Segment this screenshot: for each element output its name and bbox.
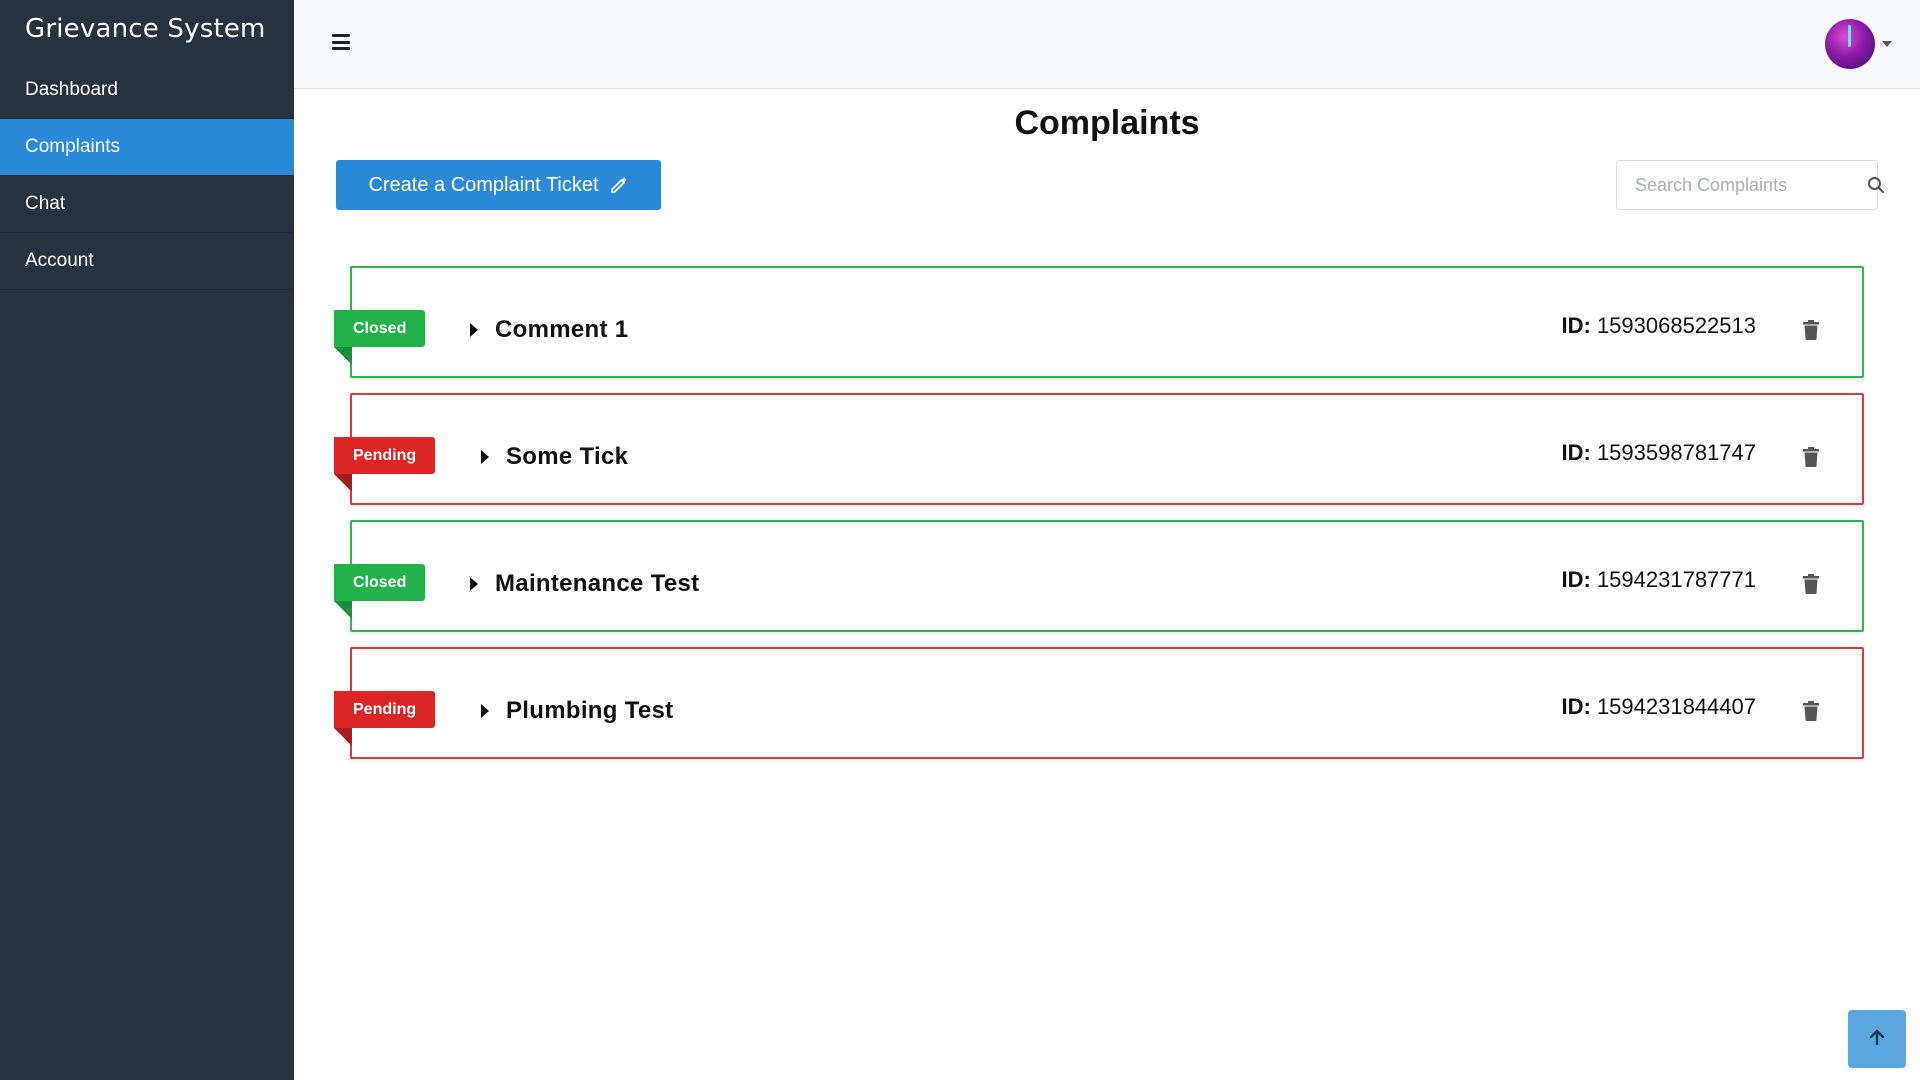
sidebar-item-chat[interactable]: Chat	[0, 176, 294, 233]
complaint-id-value: 1593598781747	[1596, 440, 1756, 465]
search-box	[1616, 160, 1885, 210]
complaint-id: ID: 1593068522513	[1561, 313, 1756, 339]
scroll-to-top-button[interactable]	[1848, 1010, 1906, 1068]
top-navbar	[294, 0, 1920, 89]
complaint-id: ID: 1594231787771	[1561, 567, 1756, 593]
complaint-toggle[interactable]: Plumbing Test	[481, 697, 673, 725]
complaint-title: Some Tick	[506, 443, 629, 470]
complaint-id-value: 1594231844407	[1596, 694, 1756, 719]
complaint-card: Closed Maintenance Test ID: 159423178777…	[334, 520, 1864, 632]
complaint-card: Closed Comment 1 ID: 1593068522513	[334, 266, 1864, 378]
complaint-title: Comment 1	[495, 316, 629, 343]
complaint-id-label: ID:	[1561, 440, 1591, 465]
main-content: Complaints Create a Complaint Ticket Sea…	[294, 0, 1920, 1080]
sidebar-item-account[interactable]: Account	[0, 233, 294, 290]
complaint-id-value: 1593068522513	[1596, 313, 1756, 338]
status-badge: Closed	[334, 310, 426, 365]
trash-icon[interactable]	[1802, 320, 1820, 345]
complaint-id-value: 1594231787771	[1596, 567, 1756, 592]
status-badge: Closed	[334, 564, 426, 619]
sidebar-item-dashboard[interactable]: Dashboard	[0, 62, 294, 119]
caret-right-icon	[481, 450, 489, 464]
caret-right-icon	[481, 704, 489, 718]
create-complaint-label: Create a Complaint Ticket	[368, 173, 599, 196]
complaint-id-label: ID:	[1561, 567, 1591, 592]
complaint-toggle[interactable]: Maintenance Test	[470, 570, 699, 598]
avatar[interactable]	[1825, 19, 1875, 69]
pencil-icon	[609, 175, 629, 195]
sidebar: Grievance System Dashboard Complaints Ch…	[0, 0, 294, 1080]
complaint-toggle[interactable]: Some Tick	[481, 443, 628, 471]
complaint-id: ID: 1594231844407	[1561, 694, 1756, 720]
caret-right-icon	[470, 577, 478, 591]
complaint-title: Plumbing Test	[506, 697, 674, 724]
search-input[interactable]	[1617, 161, 1867, 209]
trash-icon[interactable]	[1802, 447, 1820, 472]
status-badge: Pending	[334, 691, 436, 746]
complaint-list: Closed Comment 1 ID: 1593068522513 Pendi…	[334, 266, 1864, 774]
complaint-card: Pending Plumbing Test ID: 1594231844407	[334, 647, 1864, 759]
trash-icon[interactable]	[1802, 574, 1820, 599]
complaint-card: Pending Some Tick ID: 1593598781747	[334, 393, 1864, 505]
search-icon[interactable]	[1867, 176, 1885, 194]
arrow-up-icon	[1867, 1027, 1887, 1052]
trash-icon[interactable]	[1802, 701, 1820, 726]
app-title: Grievance System	[25, 14, 266, 44]
caret-right-icon	[470, 323, 478, 337]
complaint-id-label: ID:	[1561, 313, 1591, 338]
create-complaint-button[interactable]: Create a Complaint Ticket	[336, 160, 661, 210]
sidebar-item-complaints[interactable]: Complaints	[0, 119, 294, 176]
complaint-id: ID: 1593598781747	[1561, 440, 1756, 466]
complaint-title: Maintenance Test	[495, 570, 700, 597]
hamburger-icon[interactable]	[332, 34, 350, 50]
page-title: Complaints	[1014, 104, 1200, 142]
complaint-toggle[interactable]: Comment 1	[470, 316, 628, 344]
caret-down-icon[interactable]	[1882, 41, 1892, 47]
status-badge: Pending	[334, 437, 436, 492]
user-menu-toggle[interactable]	[1825, 19, 1892, 69]
complaint-id-label: ID:	[1561, 694, 1591, 719]
